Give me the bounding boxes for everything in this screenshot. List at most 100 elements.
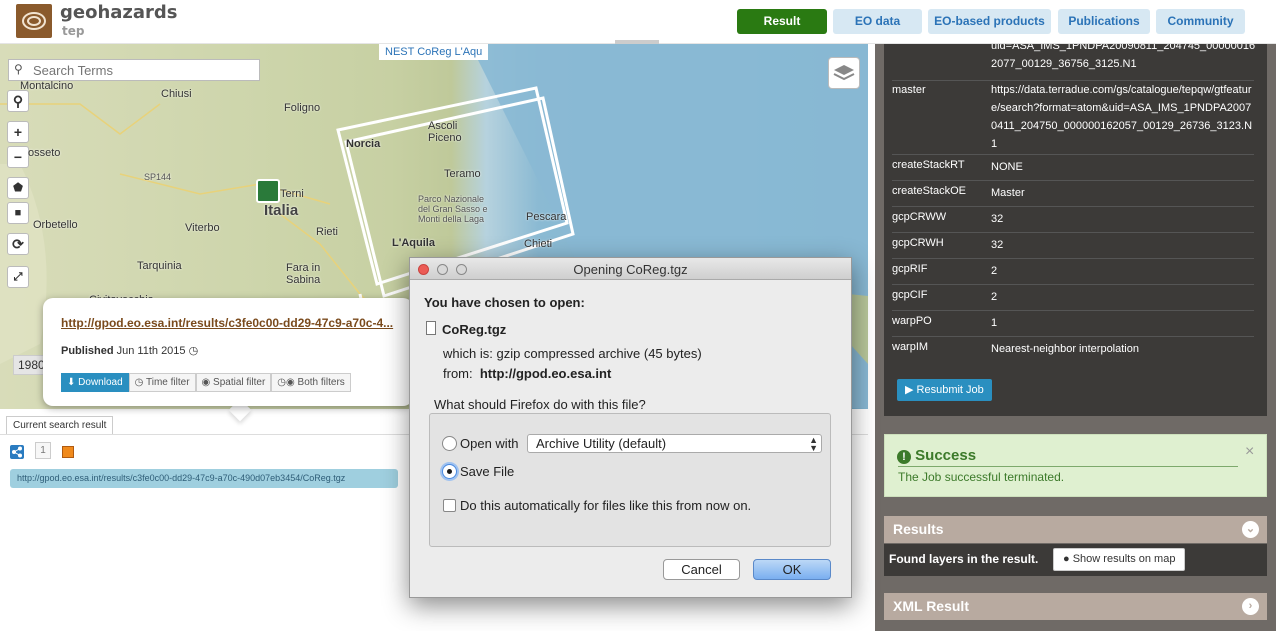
open-with-radio[interactable] — [442, 436, 457, 451]
chevron-right-icon[interactable]: › — [1242, 598, 1259, 615]
nav-eo-based-products[interactable]: EO-based products — [928, 9, 1051, 34]
map-marker-icon[interactable] — [256, 179, 280, 203]
property-key: gcpCIF — [892, 289, 928, 301]
dialog-titlebar[interactable]: Opening CoReg.tgz — [410, 258, 851, 280]
search-icon: ⚲ — [14, 62, 23, 76]
exclamation-icon: ! — [897, 450, 911, 464]
found-layers-text: Found layers in the result. — [889, 552, 1039, 566]
scroll-handle[interactable] — [615, 40, 659, 44]
property-key: gcpRIF — [892, 263, 928, 275]
table-row: gcpCRWH 32 — [892, 233, 1254, 259]
result-link[interactable]: http://gpod.eo.esa.int/results/c3fe0c00-… — [61, 316, 411, 330]
cancel-button[interactable]: Cancel — [663, 559, 740, 580]
success-title: ! Success — [897, 447, 976, 464]
place-label: Chiusi — [161, 88, 192, 100]
timeline-year[interactable]: 1980 — [13, 355, 45, 375]
property-value: 2 — [991, 265, 998, 277]
file-type: which is: gzip compressed archive (45 by… — [443, 346, 702, 361]
close-icon[interactable]: × — [1245, 443, 1254, 461]
table-row: gcpCIF 2 — [892, 285, 1254, 311]
open-with-select[interactable]: Archive Utility (default) ▲ ▼ — [527, 434, 822, 453]
property-key: warpIM — [892, 341, 929, 353]
place-label: Chieti — [524, 238, 553, 250]
zoom-in-button[interactable]: + — [7, 121, 29, 143]
place-label: Teramo — [444, 168, 481, 180]
place-label: Terni — [280, 188, 304, 200]
xml-result-section-header[interactable]: XML Result › — [884, 593, 1267, 620]
xml-result-title: XML Result — [893, 598, 969, 614]
file-icon — [426, 321, 436, 335]
property-key: gcpCRWH — [892, 237, 944, 249]
property-value: 2 — [991, 291, 998, 303]
place-label: Pescara — [526, 211, 567, 223]
place-label: Orbetello — [33, 219, 78, 231]
results-section-header[interactable]: Results ⌄ — [884, 516, 1267, 543]
open-with-label[interactable]: Open with — [460, 436, 519, 451]
place-label: Fara in Sabina — [286, 262, 321, 286]
refresh-icon[interactable]: ⟳ — [7, 233, 29, 255]
time-filter-button[interactable]: ◷ Time filter — [128, 373, 196, 392]
place-label: Viterbo — [185, 222, 220, 234]
place-label: Parco Nazionale del Gran Sasso e Monti d… — [418, 194, 488, 224]
right-panel: uid=ASA_IMS_1PNDPA20090811_204745_000000… — [875, 40, 1276, 631]
property-key: createStackRT — [892, 159, 965, 171]
auto-checkbox[interactable] — [443, 499, 456, 512]
table-row: uid=ASA_IMS_1PNDPA20090811_204745_000000… — [892, 40, 1255, 81]
zoom-out-button[interactable]: − — [7, 146, 29, 168]
nav-eo-data[interactable]: EO data — [833, 9, 922, 34]
fullscreen-icon[interactable]: ⤢ — [7, 266, 29, 288]
layers-icon[interactable] — [828, 57, 860, 89]
brand-name[interactable]: geohazards — [60, 2, 178, 23]
road-label: SP144 — [144, 172, 172, 182]
nav-result[interactable]: Result — [737, 9, 827, 34]
color-swatch[interactable] — [62, 446, 74, 458]
nav-publications[interactable]: Publications — [1058, 9, 1150, 34]
result-popup: http://gpod.eo.esa.int/results/c3fe0c00-… — [43, 298, 413, 406]
search-input[interactable] — [33, 61, 257, 79]
download-button[interactable]: ⬇ Download — [61, 373, 129, 392]
clock-icon: ◷ — [134, 377, 144, 388]
popup-actions: ⬇ Download ◷ Time filter ◉ Spatial filte… — [61, 373, 351, 392]
tab-current-search-result[interactable]: Current search result — [6, 416, 114, 434]
geohazards-logo-icon[interactable] — [16, 4, 52, 38]
property-value: 1 — [991, 317, 998, 329]
success-divider — [898, 466, 1238, 467]
top-navbar: geohazards tep Result EO data EO-based p… — [0, 0, 1276, 44]
table-row: warpIM Nearest-neighbor interpolation — [892, 337, 1254, 363]
ok-button[interactable]: OK — [753, 559, 831, 580]
property-value: 32 — [991, 213, 1004, 225]
map-search[interactable]: ⚲ — [8, 59, 260, 81]
auto-label[interactable]: Do this automatically for files like thi… — [460, 498, 751, 513]
place-label: Foligno — [284, 102, 321, 114]
table-row: createStackRT NONE — [892, 155, 1254, 181]
table-row: gcpCRWW 32 — [892, 207, 1254, 233]
resubmit-job-button[interactable]: ▶ Resubmit Job — [897, 379, 992, 401]
published-label: Published — [61, 345, 114, 357]
save-file-label[interactable]: Save File — [460, 464, 514, 479]
save-file-radio[interactable] — [442, 464, 457, 479]
published-date: Jun 11th 2015 — [116, 345, 186, 357]
nav-community[interactable]: Community — [1156, 9, 1245, 34]
result-list-item[interactable]: http://gpod.eo.esa.int/results/c3fe0c00-… — [10, 469, 398, 488]
table-row: gcpRIF 2 — [892, 259, 1254, 285]
job-properties-table: uid=ASA_IMS_1PNDPA20090811_204745_000000… — [884, 40, 1267, 416]
property-key: warpPO — [892, 315, 932, 327]
place-label: Norcia — [346, 138, 381, 150]
file-name: CoReg.tgz — [442, 322, 507, 337]
dialog-title: Opening CoReg.tgz — [573, 262, 688, 277]
search-tool-icon[interactable]: ⚲ — [7, 90, 29, 112]
property-key: gcpCRWW — [892, 211, 947, 223]
draw-rectangle-icon[interactable]: ■ — [7, 202, 29, 224]
file-source: from: http://gpod.eo.esa.int — [443, 366, 612, 381]
both-filters-button[interactable]: ◷◉ Both filters — [271, 373, 351, 392]
place-label: Ascoli Piceno — [428, 120, 462, 144]
draw-polygon-icon[interactable]: ⬟ — [7, 177, 29, 199]
share-icon[interactable] — [10, 445, 24, 459]
show-results-on-map-button[interactable]: ● Show results on map — [1053, 548, 1186, 571]
results-title: Results — [893, 521, 944, 537]
chevron-down-icon[interactable]: ⌄ — [1242, 521, 1259, 538]
success-alert: ! Success The Job successful terminated.… — [884, 434, 1267, 497]
property-value: 32 — [991, 239, 1004, 251]
spatial-filter-button[interactable]: ◉ Spatial filter — [195, 373, 272, 392]
place-label: Italia — [264, 202, 299, 219]
